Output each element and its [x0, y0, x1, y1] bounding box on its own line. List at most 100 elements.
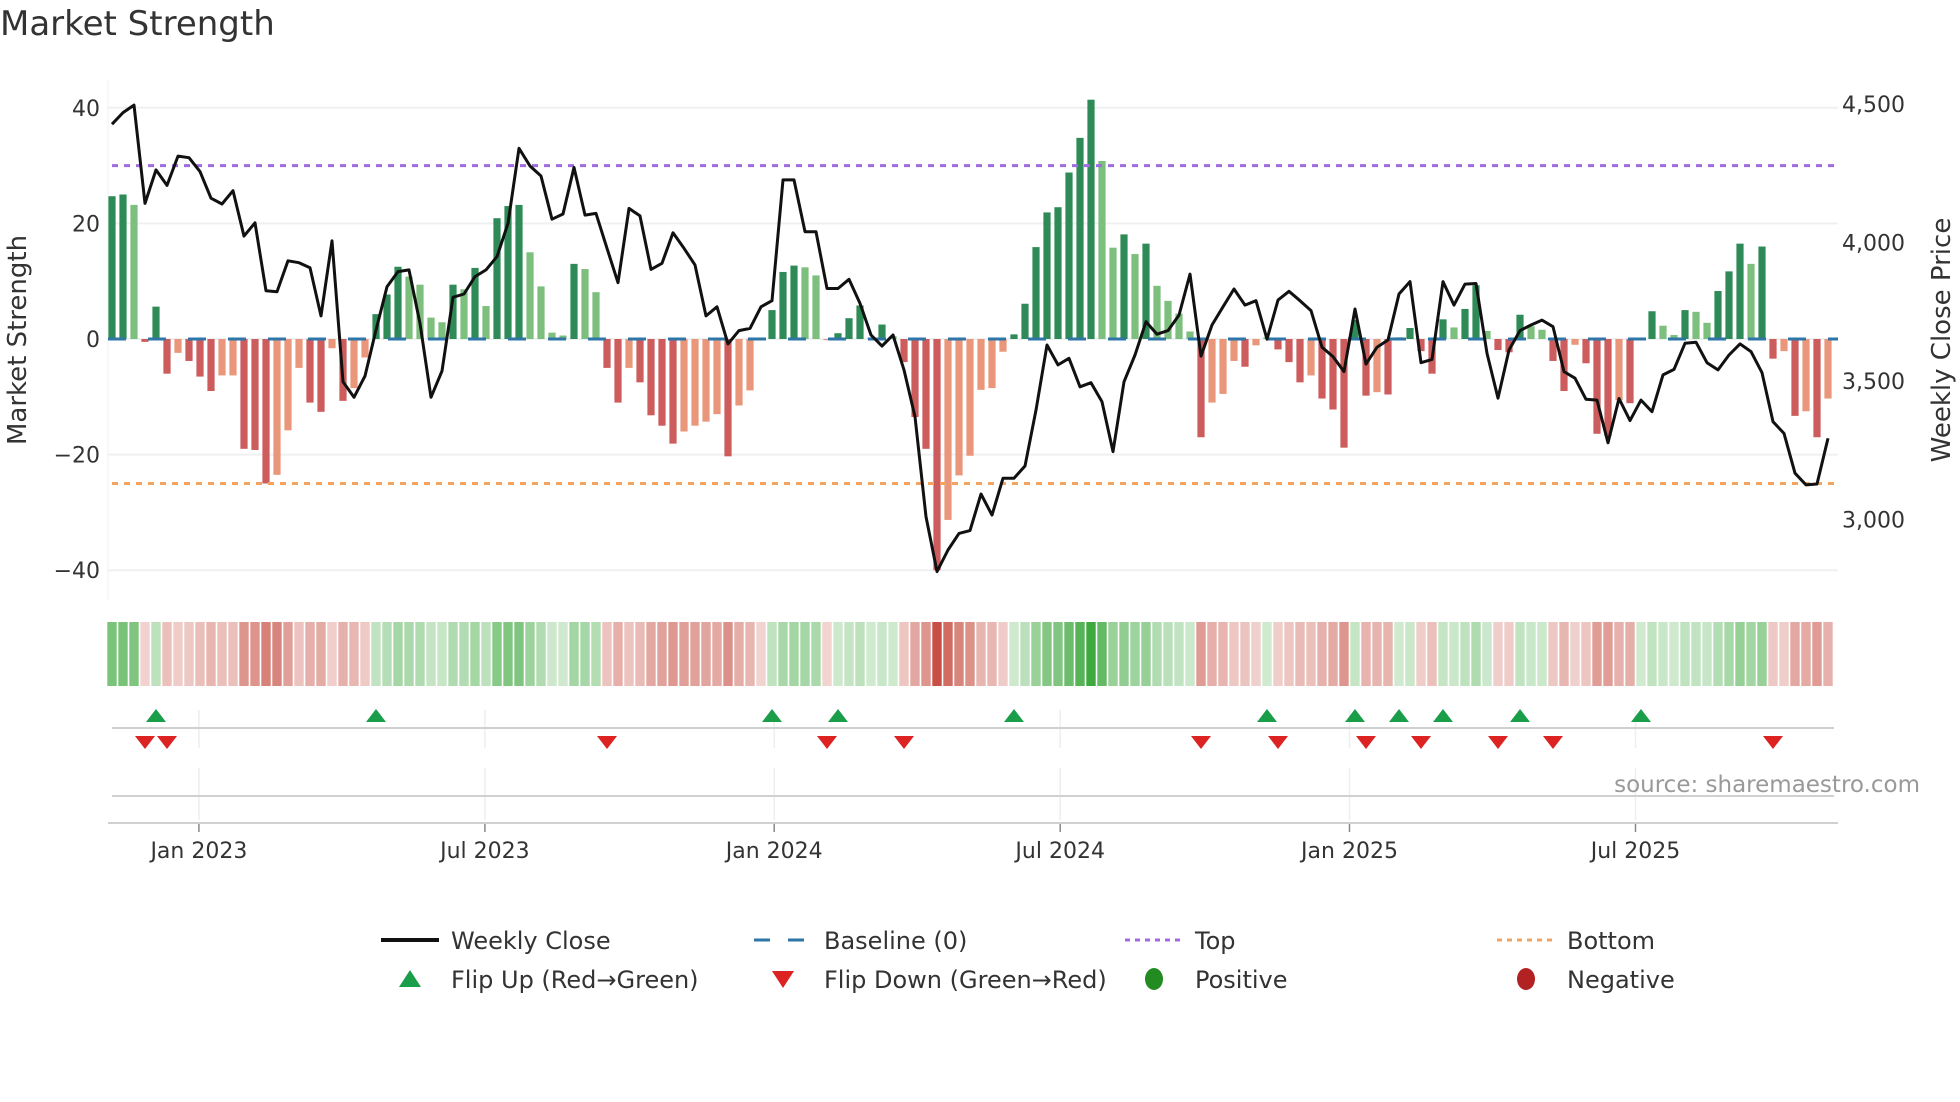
strength-heat-cell	[1240, 622, 1250, 686]
strength-heat-cell	[206, 622, 216, 686]
strength-heat-cell	[1218, 622, 1228, 686]
strength-heat-cell	[470, 622, 480, 686]
strength-bar	[218, 339, 226, 376]
strength-bar	[460, 289, 468, 339]
strength-heat-cell	[1317, 622, 1327, 686]
x-tick-label: Jan 2023	[148, 839, 247, 864]
strength-bar	[999, 339, 1007, 352]
flip-up-marker	[1345, 709, 1365, 722]
legend-triangle-up-icon	[399, 970, 421, 987]
strength-heat-cell	[1383, 622, 1393, 686]
legend-triangle-down-icon	[772, 971, 794, 988]
strength-heat-cell	[547, 622, 557, 686]
strength-heat-cell	[1295, 622, 1305, 686]
strength-bar	[317, 339, 325, 412]
strength-heat-cell	[261, 622, 271, 686]
strength-heat-cell	[1141, 622, 1151, 686]
strength-bar	[141, 339, 149, 342]
strength-bar	[1439, 319, 1447, 339]
strength-heat-cell	[800, 622, 810, 686]
strength-heat-cell	[360, 622, 370, 686]
strength-bar	[977, 339, 985, 390]
strength-bar	[768, 310, 776, 339]
strength-heat-cell	[976, 622, 986, 686]
strength-bar	[603, 339, 611, 368]
strength-heat-cell	[1812, 622, 1822, 686]
x-tick-label: Jul 2023	[438, 839, 530, 864]
legend-circle-icon	[1145, 968, 1163, 990]
strength-heat-cell	[855, 622, 865, 686]
strength-bar	[196, 339, 204, 377]
flip-down-marker	[157, 736, 177, 749]
strength-heat-cell	[1691, 622, 1701, 686]
flip-up-marker	[828, 709, 848, 722]
strength-bar	[361, 339, 369, 358]
strength-bar	[262, 339, 270, 484]
flip-down-marker	[894, 736, 914, 749]
strength-heat-cell	[1306, 622, 1316, 686]
strength-heat-cell	[1130, 622, 1140, 686]
strength-heat-cell	[1328, 622, 1338, 686]
y2-tick-label: 3,500	[1842, 370, 1905, 395]
strength-heat-cell	[1570, 622, 1580, 686]
strength-bar	[735, 339, 743, 406]
y-axis-title: Market Strength	[3, 235, 33, 445]
strength-bar	[625, 339, 633, 368]
strength-bar	[636, 339, 644, 383]
strength-heat-cell	[250, 622, 260, 686]
strength-bar	[1252, 339, 1260, 346]
strength-bar	[284, 339, 292, 431]
strength-bar	[1230, 339, 1238, 361]
y-tick-label: 20	[72, 212, 100, 237]
strength-bar	[1780, 339, 1788, 352]
strength-heat-cell	[283, 622, 293, 686]
strength-heat-cell	[492, 622, 502, 686]
strength-bar	[108, 196, 116, 339]
strength-heat-cell	[844, 622, 854, 686]
strength-bar	[240, 339, 248, 449]
strength-bar	[1098, 160, 1106, 339]
strength-bar	[1054, 207, 1062, 339]
legend-label: Bottom	[1567, 927, 1655, 955]
strength-bar	[570, 263, 578, 339]
strength-heat-cell	[1482, 622, 1492, 686]
flip-up-marker	[1389, 709, 1409, 722]
strength-bar	[493, 218, 501, 339]
strength-bar	[878, 324, 886, 339]
strength-heat-cell	[1746, 622, 1756, 686]
strength-heat-cell	[833, 622, 843, 686]
flip-up-marker	[1433, 709, 1453, 722]
strength-heat-cell	[624, 622, 634, 686]
strength-bar	[1725, 271, 1733, 339]
strength-heat-cell	[1801, 622, 1811, 686]
y2-axis-title: Weekly Close Price	[1927, 218, 1957, 463]
strength-heat-cell	[1416, 622, 1426, 686]
strength-bar	[1120, 234, 1128, 339]
strength-bar	[801, 267, 809, 339]
strength-bar	[273, 339, 281, 475]
strength-heat-cell	[811, 622, 821, 686]
strength-heat-cell	[1064, 622, 1074, 686]
strength-bar	[1296, 339, 1304, 383]
strength-heat-cell	[525, 622, 535, 686]
strength-heat-cell	[1669, 622, 1679, 686]
strength-heat-cell	[1757, 622, 1767, 686]
strength-heat-cell	[1020, 622, 1030, 686]
strength-bar	[1703, 322, 1711, 339]
strength-bar	[1274, 339, 1282, 350]
strength-heat-cell	[965, 622, 975, 686]
strength-bar	[1736, 243, 1744, 339]
strength-heat-cell	[448, 622, 458, 686]
strength-bar	[1494, 339, 1502, 350]
y-tick-label: 0	[86, 328, 100, 353]
flip-down-marker	[1356, 736, 1376, 749]
strength-bar	[1307, 339, 1315, 376]
strength-heat-cell	[1625, 622, 1635, 686]
strength-heat-cell	[1779, 622, 1789, 686]
strength-heat-cell	[1768, 622, 1778, 686]
strength-heat-cell	[866, 622, 876, 686]
strength-heat-cell	[481, 622, 491, 686]
x-tick-label: Jan 2024	[724, 839, 823, 864]
strength-heat-cell	[1262, 622, 1272, 686]
legend-label: Negative	[1567, 966, 1675, 994]
